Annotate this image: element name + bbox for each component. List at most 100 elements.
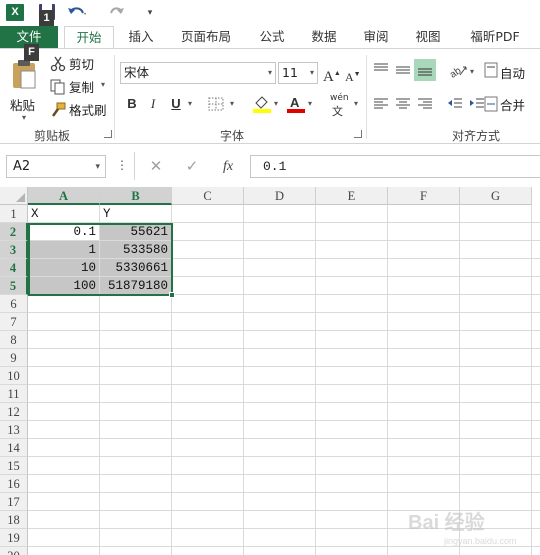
more-options-icon[interactable]: ⋮ xyxy=(116,158,128,172)
column-header-a[interactable]: A xyxy=(28,187,100,205)
font-dialog-launcher-icon[interactable] xyxy=(354,130,362,138)
align-left-icon[interactable] xyxy=(372,95,390,113)
align-top-icon[interactable] xyxy=(372,61,390,79)
copy-button[interactable]: 复制 xyxy=(50,78,94,98)
group-separator xyxy=(366,55,367,139)
row-header[interactable]: 11 xyxy=(0,385,28,403)
font-name-select[interactable]: 宋体 ▾ xyxy=(120,62,276,84)
font-color-icon[interactable]: A xyxy=(286,94,306,114)
decrease-indent-icon[interactable] xyxy=(446,95,464,113)
tab-view[interactable]: 视图 xyxy=(406,26,450,48)
fill-color-icon[interactable] xyxy=(252,94,272,114)
paste-button[interactable]: 粘贴 ▾ xyxy=(6,57,44,123)
column-header-e[interactable]: E xyxy=(316,187,388,205)
row-header[interactable]: 5 xyxy=(0,277,28,295)
row-header[interactable]: 8 xyxy=(0,331,28,349)
row-header[interactable]: 16 xyxy=(0,475,28,493)
orientation-icon[interactable]: ab xyxy=(448,61,470,79)
confirm-entry-button[interactable]: ✓ xyxy=(178,155,206,178)
chevron-down-icon[interactable]: ▾ xyxy=(268,63,272,83)
cell-a2[interactable]: 0.1 xyxy=(28,223,100,241)
fill-color-dropdown-icon[interactable]: ▾ xyxy=(274,99,278,108)
tab-review[interactable]: 审阅 xyxy=(354,26,398,48)
row-header[interactable]: 15 xyxy=(0,457,28,475)
increase-font-size-button[interactable]: A▲ xyxy=(323,62,341,85)
chevron-down-icon[interactable]: ▾ xyxy=(95,157,100,178)
row-header[interactable]: 14 xyxy=(0,439,28,457)
clipboard-dialog-launcher-icon[interactable] xyxy=(104,130,112,138)
align-bottom-icon[interactable] xyxy=(414,59,436,81)
cell-b5[interactable]: 51879180 xyxy=(100,277,172,295)
tab-formulas[interactable]: 公式 xyxy=(250,26,294,48)
insert-function-button[interactable]: fx xyxy=(214,155,242,178)
row-header[interactable]: 1 xyxy=(0,205,28,223)
cell-a5[interactable]: 100 xyxy=(28,277,100,295)
row-header[interactable]: 3 xyxy=(0,241,28,259)
undo-icon[interactable] xyxy=(66,3,88,23)
font-size-select[interactable]: 11 ▾ xyxy=(278,62,318,84)
cancel-entry-button[interactable]: ✕ xyxy=(142,155,170,178)
cell-a3[interactable]: 1 xyxy=(28,241,100,259)
row-header[interactable]: 6 xyxy=(0,295,28,313)
tab-insert[interactable]: 插入 xyxy=(118,26,164,48)
cell-b4[interactable]: 5330661 xyxy=(100,259,172,277)
bold-button[interactable]: B xyxy=(124,93,140,115)
tab-home[interactable]: 开始 xyxy=(64,26,114,49)
underline-button[interactable]: U xyxy=(168,93,184,115)
paste-dropdown-icon[interactable]: ▾ xyxy=(22,113,26,122)
name-box[interactable]: A2 ▾ xyxy=(6,155,106,178)
redo-icon[interactable] xyxy=(108,3,130,23)
tab-foxit-pdf[interactable]: 福昕PDF xyxy=(460,26,530,48)
borders-icon[interactable] xyxy=(208,97,224,111)
wrap-text-button[interactable]: 自动 xyxy=(500,63,525,82)
row-header[interactable]: 10 xyxy=(0,367,28,385)
italic-button[interactable]: I xyxy=(146,93,160,115)
copy-dropdown-icon[interactable]: ▾ xyxy=(101,80,105,89)
phonetic-dropdown-icon[interactable]: ▾ xyxy=(354,99,358,108)
row-header[interactable]: 12 xyxy=(0,403,28,421)
column-header-f[interactable]: F xyxy=(388,187,460,205)
borders-dropdown-icon[interactable]: ▾ xyxy=(230,99,234,108)
tab-data[interactable]: 数据 xyxy=(302,26,346,48)
align-right-icon[interactable] xyxy=(416,95,434,113)
merge-cells-icon[interactable] xyxy=(484,95,498,113)
cell-b2[interactable]: 55621 xyxy=(100,223,172,241)
cell-b1[interactable]: Y xyxy=(100,205,172,223)
column-header-d[interactable]: D xyxy=(244,187,316,205)
column-header-b[interactable]: B xyxy=(100,187,172,205)
customize-qat-chevron-icon[interactable]: ▾ xyxy=(144,3,156,23)
row-header[interactable]: 18 xyxy=(0,511,28,529)
column-header-c[interactable]: C xyxy=(172,187,244,205)
row-header[interactable]: 4 xyxy=(0,259,28,277)
row-header[interactable]: 20 xyxy=(0,547,28,555)
merge-center-button[interactable]: 合并 xyxy=(500,95,525,114)
orientation-dropdown-icon[interactable]: ▾ xyxy=(470,67,474,76)
chevron-down-icon[interactable]: ▾ xyxy=(310,63,314,83)
row-header[interactable]: 13 xyxy=(0,421,28,439)
row-header[interactable]: 9 xyxy=(0,349,28,367)
row-header[interactable]: 2 xyxy=(0,223,28,241)
cell-a4[interactable]: 10 xyxy=(28,259,100,277)
underline-dropdown-icon[interactable]: ▾ xyxy=(188,99,192,108)
column-header-g[interactable]: G xyxy=(460,187,532,205)
decrease-font-size-button[interactable]: A▼ xyxy=(345,62,361,84)
row-header[interactable]: 19 xyxy=(0,529,28,547)
select-all-triangle-icon xyxy=(16,193,25,202)
formula-input[interactable]: 0.1 xyxy=(250,155,540,178)
watermark-subtext: jingyan.baidu.com xyxy=(444,536,517,546)
format-painter-button[interactable]: 格式刷 xyxy=(50,101,107,121)
select-all-button[interactable] xyxy=(0,187,28,205)
wrap-text-icon[interactable] xyxy=(484,61,498,79)
align-center-icon[interactable] xyxy=(394,95,412,113)
font-color-dropdown-icon[interactable]: ▾ xyxy=(308,99,312,108)
phonetic-guide-button[interactable]: wén 文 xyxy=(330,93,352,118)
align-middle-icon[interactable] xyxy=(394,61,412,79)
cell-a1[interactable]: X xyxy=(28,205,100,223)
fill-handle[interactable] xyxy=(169,292,175,298)
row-header[interactable]: 7 xyxy=(0,313,28,331)
cell-b3[interactable]: 533580 xyxy=(100,241,172,259)
row-header[interactable]: 17 xyxy=(0,493,28,511)
clipboard-group-label: 剪贴板 xyxy=(34,129,71,143)
cut-button[interactable]: 剪切 xyxy=(50,55,94,75)
tab-page-layout[interactable]: 页面布局 xyxy=(170,26,242,48)
